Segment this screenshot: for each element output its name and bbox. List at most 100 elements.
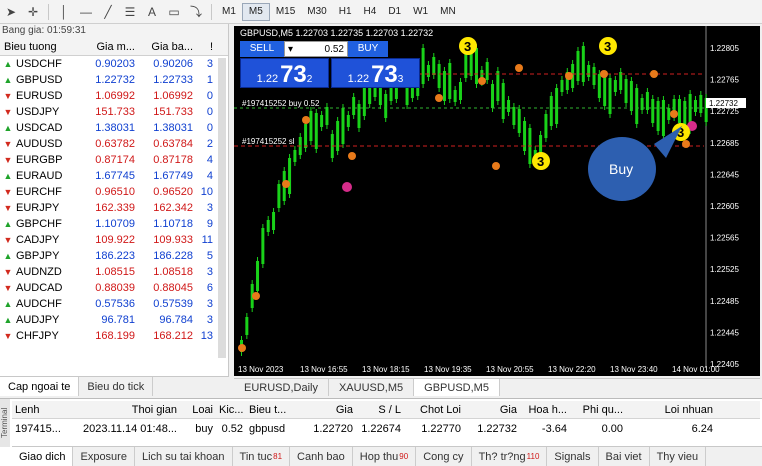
column-header[interactable]: Hoa h... [520,404,570,416]
lot-size-value: 0.52 [324,43,344,55]
horizontal-line-icon[interactable]: — [75,2,97,22]
tab-signals[interactable]: Signals [547,447,599,466]
list-item[interactable]: ▼ AUDUSD 0.63782 0.63784 2 [0,136,228,152]
table-cell: 1.22770 [421,423,461,435]
buy-button[interactable]: BUY [348,41,388,57]
list-item[interactable]: ▼ CADJPY 109.922 109.933 11 [0,232,228,248]
column-header[interactable]: Gia [464,404,520,416]
header-bid[interactable]: Gia m... [86,41,138,53]
column-header[interactable]: Lenh [12,404,72,416]
list-item[interactable]: ▲ GBPJPY 186.223 186.228 5 [0,248,228,264]
label-tool-icon[interactable]: ▭ [163,2,185,22]
tab-thy-vieu[interactable]: Thy vieu [650,447,707,466]
tab-tick-chart[interactable]: Bieu do tick [79,377,154,396]
column-header[interactable]: Kic... [216,404,246,416]
spread-value: 3 [206,314,213,326]
tab-lich-su-tai-khoan[interactable]: Lich su tai khoan [135,447,233,466]
tab-hop-thu[interactable]: Hop thu 90 [353,447,417,466]
list-item[interactable]: ▲ GBPCHF 1.10709 1.10718 9 [0,216,228,232]
column-header[interactable]: Loi nhuan [626,404,716,416]
table-row[interactable]: 197415... 2023.11.14 01:48... buy 0.52 gbpus… [12,420,760,438]
shapes-icon[interactable]: ⤵ [185,2,207,22]
list-item[interactable]: ▲ EURAUD 1.67745 1.67749 4 [0,168,228,184]
table-cell: 1.22732 [477,423,517,435]
timeframe-m1[interactable]: M1 [216,3,242,21]
tab-bai-viet[interactable]: Bai viet [599,447,650,466]
lot-size-field[interactable]: ▾ 0.52 [284,41,348,57]
column-header[interactable]: Thoi gian [72,404,180,416]
spread-value: 3 [206,298,213,310]
timeframe-m15[interactable]: M15 [270,3,301,21]
symbol-name: AUDCHF [16,298,62,310]
column-header[interactable]: S / L [356,404,404,416]
list-item[interactable]: ▼ EURUSD 1.06992 1.06992 0 [0,88,228,104]
crosshair-icon[interactable]: ✛ [22,2,44,22]
price-axis-label: 1.22605 [710,202,739,211]
timeframe-mn[interactable]: MN [434,3,462,21]
list-item[interactable]: ▲ USDCAD 1.38031 1.38031 0 [0,120,228,136]
text-tool-icon[interactable]: A [141,2,163,22]
bid-price: 1.38031 [95,122,135,134]
list-item[interactable]: ▼ EURJPY 162.339 162.342 3 [0,200,228,216]
tab-label: Signals [554,450,591,463]
cursor-icon[interactable]: ➤ [0,2,22,22]
timeframe-m30[interactable]: M30 [301,3,332,21]
header-spread[interactable]: ! [196,41,216,53]
header-symbol[interactable]: Bieu tuong [0,41,86,53]
list-item[interactable]: ▲ USDCHF 0.90203 0.90206 3 [0,56,228,72]
list-item[interactable]: ▲ GBPUSD 1.22732 1.22733 1 [0,72,228,88]
tab-symbols[interactable]: Cap ngoai te [0,377,80,396]
symbol-name: GBPCHF [16,218,62,230]
spread-value: 4 [206,154,213,166]
tab-eurusd-daily[interactable]: EURUSD,Daily [234,379,329,396]
buy-price-box[interactable]: 1.22 73 3 [331,58,420,88]
symbol-name: GBPUSD [16,74,63,86]
tab-gbpusd-m5[interactable]: GBPUSD,M5 [414,379,500,396]
column-header[interactable]: Bieu t... [246,404,296,416]
symbol-name: CHFJPY [16,330,59,342]
symbol-cell: ▼ EURGBP [0,154,86,166]
vertical-line-icon[interactable]: │ [53,2,75,22]
bid-price: 109.922 [95,234,135,246]
list-item[interactable]: ▼ CHFJPY 168.199 168.212 13 [0,328,228,344]
column-header[interactable]: Chot Loi [404,404,464,416]
price-axis-label: 1.22525 [710,265,739,274]
market-watch-scrollbar[interactable] [218,58,226,358]
timeframe-h4[interactable]: H4 [358,3,383,21]
tab-canh-bao[interactable]: Canh bao [290,447,353,466]
trendline-icon[interactable]: ╱ [97,2,119,22]
tab-giao-dich[interactable]: Giao dich [12,447,74,466]
one-click-trading-panel: SELL ▾ 0.52 BUY 1.22 73 2 1.22 73 3 [240,41,420,89]
list-item[interactable]: ▲ AUDCHF 0.57536 0.57539 3 [0,296,228,312]
symbol-name: CADJPY [16,234,60,246]
tab-exposure[interactable]: Exposure [73,447,135,466]
main-toolbar: ➤ ✛ │ — ╱ ☰ A ▭ ⤵ M1 M5 M15 M30 H1 H4 D1 W1 MN [0,0,762,24]
timeframe-w1[interactable]: W1 [407,3,434,21]
buy-callout-text: Buy [609,161,633,177]
timeframe-d1[interactable]: D1 [382,3,407,21]
timeframe-h1[interactable]: H1 [333,3,358,21]
price-chart[interactable]: 1.22805 1.22765 1.22725 1.22685 1.22645 1.226… [234,26,760,376]
list-item[interactable]: ▲ AUDJPY 96.781 96.784 3 [0,312,228,328]
tab-xauusd-m5[interactable]: XAUUSD,M5 [329,379,415,396]
tab-th-tr-ng[interactable]: Th? tr?ng 110 [472,447,548,466]
candle-body [362,86,366,116]
list-item[interactable]: ▼ EURCHF 0.96510 0.96520 10 [0,184,228,200]
list-item[interactable]: ▼ EURGBP 0.87174 0.87178 4 [0,152,228,168]
column-header[interactable]: Loai [180,404,216,416]
symbol-cell: ▼ CADJPY [0,234,86,246]
column-header[interactable]: Phi qu... [570,404,626,416]
tab-tin-tuc[interactable]: Tin tuc 81 [233,447,291,466]
fibonacci-icon[interactable]: ☰ [119,2,141,22]
header-ask[interactable]: Gia ba... [138,41,196,53]
chevron-down-icon[interactable]: ▾ [288,44,293,55]
list-item[interactable]: ▼ AUDNZD 1.08515 1.08518 3 [0,264,228,280]
column-header[interactable]: Gia [296,404,356,416]
sell-button[interactable]: SELL [240,41,284,57]
list-item[interactable]: ▼ USDJPY 151.733 151.733 0 [0,104,228,120]
sell-price-box[interactable]: 1.22 73 2 [240,58,329,88]
tab-cong-cy[interactable]: Cong cy [416,447,472,466]
timeframe-m5[interactable]: M5 [241,2,270,21]
list-item[interactable]: ▼ AUDCAD 0.88039 0.88045 6 [0,280,228,296]
spread-value: 9 [206,218,213,230]
